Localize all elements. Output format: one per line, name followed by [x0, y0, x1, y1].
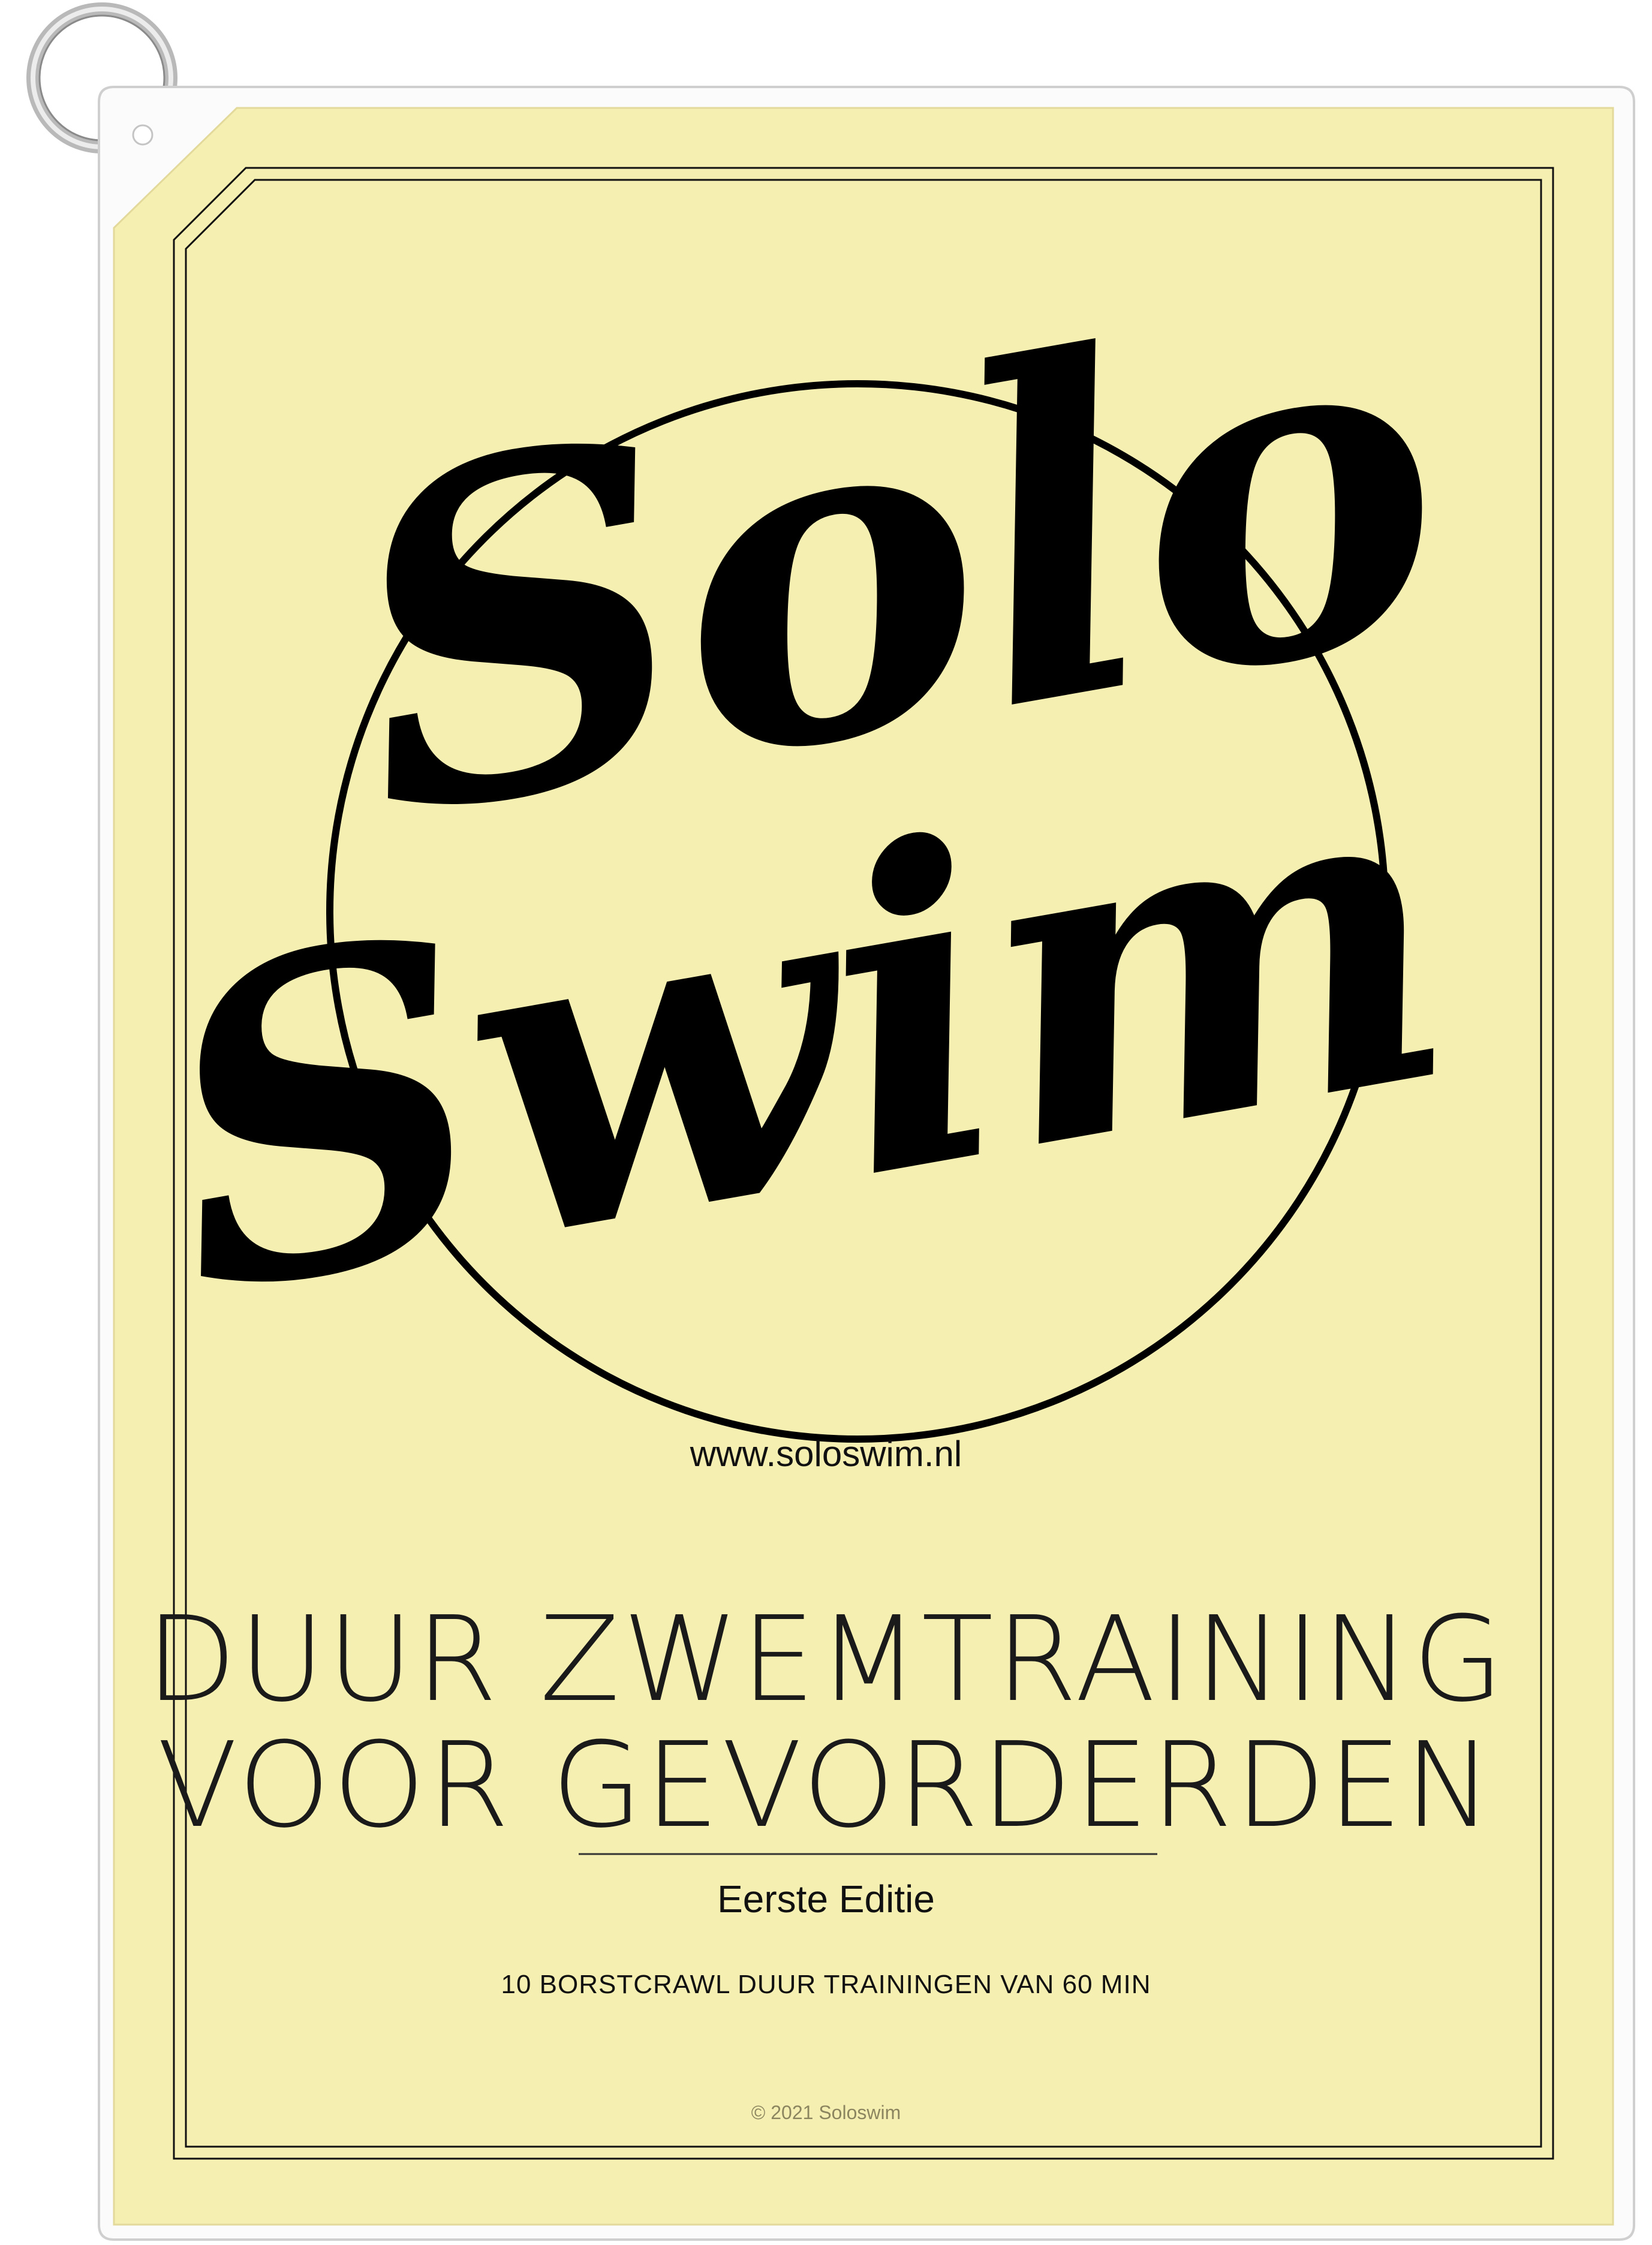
website-url: www.soloswim.nl [690, 1434, 962, 1474]
copyright-notice: © 2021 Soloswim [751, 2102, 901, 2123]
title-line-1: DUUR ZWEMTRAINING [146, 1591, 1506, 1728]
product-image: Solo Swim www.soloswim.nl DUUR ZWEMTRAIN… [0, 0, 1652, 2245]
edition-label: Eerste Editie [717, 1877, 935, 1921]
subtitle: 10 BORSTCRAWL DUUR TRAININGEN VAN 60 MIN [501, 1970, 1151, 1999]
cover-text: Solo Swim www.soloswim.nl DUUR ZWEMTRAIN… [0, 0, 1652, 2245]
title-line-2: VOOR GEVORDERDEN [157, 1717, 1495, 1854]
